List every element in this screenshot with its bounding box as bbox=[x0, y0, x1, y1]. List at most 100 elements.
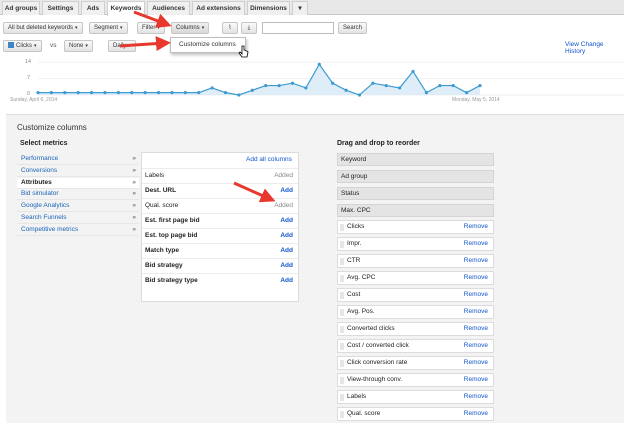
remove-column-link[interactable]: Remove bbox=[464, 410, 488, 417]
add-metric-link[interactable]: Add bbox=[280, 262, 293, 269]
draggable-column-item[interactable]: Clicks Remove bbox=[337, 220, 494, 234]
draggable-column-item[interactable]: Avg. Pos. Remove bbox=[337, 305, 494, 319]
add-all-columns-link[interactable]: Add all columns bbox=[246, 156, 292, 163]
draggable-column-item[interactable]: CTR Remove bbox=[337, 254, 494, 268]
drag-handle-icon[interactable] bbox=[340, 224, 344, 231]
chart-toggle-button[interactable]: ⌇ bbox=[222, 22, 238, 34]
remove-column-link[interactable]: Remove bbox=[464, 308, 488, 315]
tab-audiences[interactable]: Audiences bbox=[147, 1, 190, 15]
period-select[interactable]: Daily ▾ bbox=[108, 40, 136, 52]
customize-columns-menu-item[interactable]: Customize columns bbox=[179, 41, 236, 48]
tab-ad-extensions[interactable]: Ad extensions bbox=[192, 1, 245, 15]
metric-category-label: Conversions bbox=[21, 166, 58, 174]
metric-category-item[interactable]: Bid simulator » bbox=[17, 189, 139, 201]
drag-handle-icon[interactable] bbox=[340, 411, 344, 418]
metric-category-item[interactable]: Conversions » bbox=[17, 166, 139, 177]
drag-handle-icon[interactable] bbox=[340, 377, 344, 384]
metric-category-label: Performance bbox=[21, 155, 59, 162]
clicks-data-point bbox=[49, 91, 53, 95]
view-change-history-link[interactable]: View Change History bbox=[565, 41, 624, 55]
metric2-select[interactable]: None ▾ bbox=[64, 40, 93, 52]
remove-column-link[interactable]: Remove bbox=[464, 274, 488, 281]
remove-column-link[interactable]: Remove bbox=[464, 359, 488, 366]
tab-settings[interactable]: Settings bbox=[42, 1, 79, 15]
performance-chart: 14 7 0 Sunday, April 6, 2014 Monday, May… bbox=[0, 55, 624, 107]
clicks-data-point bbox=[89, 91, 94, 95]
columns-label: Columns bbox=[176, 25, 200, 31]
tab-ads[interactable]: Ads bbox=[81, 1, 105, 15]
column-name: Labels bbox=[347, 393, 367, 400]
filter-button[interactable]: Filter ▾ bbox=[137, 22, 165, 34]
status-filter-label: All but deleted keywords bbox=[8, 25, 74, 31]
drag-handle-icon[interactable] bbox=[340, 394, 344, 401]
drag-handle-icon[interactable] bbox=[340, 275, 344, 282]
add-metric-link[interactable]: Add bbox=[280, 232, 293, 239]
clicks-data-point bbox=[465, 91, 469, 95]
metric-category-item[interactable]: Search Funnels » bbox=[17, 213, 139, 224]
column-name: Clicks bbox=[347, 223, 365, 230]
tab-more-dropdown[interactable]: ▾ bbox=[292, 1, 308, 15]
panel-title: Customize columns bbox=[17, 123, 87, 132]
metric-category-item[interactable]: Competitive metrics » bbox=[17, 225, 139, 236]
add-metric-link[interactable]: Add bbox=[280, 217, 293, 224]
tab-ad-groups[interactable]: Ad groups bbox=[2, 1, 40, 15]
clicks-data-point bbox=[478, 83, 482, 88]
chevron-right-icon: » bbox=[132, 202, 136, 210]
drag-handle-icon[interactable] bbox=[340, 326, 344, 333]
drag-handle-icon[interactable] bbox=[340, 292, 344, 299]
draggable-column-item[interactable]: Cost Remove bbox=[337, 288, 494, 302]
search-input[interactable] bbox=[262, 22, 334, 34]
draggable-column-item[interactable]: Avg. CPC Remove bbox=[337, 271, 494, 285]
remove-column-link[interactable]: Remove bbox=[464, 240, 488, 247]
column-name: Avg. Pos. bbox=[347, 308, 375, 315]
metric-name: Match type bbox=[145, 247, 179, 254]
search-button[interactable]: Search bbox=[338, 22, 368, 34]
metric1-select[interactable]: Clicks ▾ bbox=[3, 40, 42, 52]
metric-category-item[interactable]: Performance » bbox=[17, 154, 139, 165]
add-metric-link[interactable]: Add bbox=[280, 187, 293, 194]
clicks-data-point bbox=[264, 83, 268, 88]
metric-category-item[interactable]: Google Analytics » bbox=[17, 201, 139, 213]
metric-row: Est. first page bid Add bbox=[142, 213, 298, 228]
select-metrics-heading: Select metrics bbox=[20, 140, 68, 147]
add-metric-link[interactable]: Add bbox=[280, 277, 293, 284]
draggable-column-item[interactable]: Click conversion rate Remove bbox=[337, 356, 494, 370]
metric-name: Dest. URL bbox=[145, 187, 177, 194]
remove-column-link[interactable]: Remove bbox=[464, 376, 488, 383]
draggable-column-item[interactable]: Cost / converted click Remove bbox=[337, 339, 494, 353]
draggable-column-item[interactable]: Converted clicks Remove bbox=[337, 322, 494, 336]
clicks-data-point bbox=[424, 91, 429, 95]
remove-column-link[interactable]: Remove bbox=[464, 223, 488, 230]
tab-dimensions[interactable]: Dimensions bbox=[247, 1, 290, 15]
remove-column-link[interactable]: Remove bbox=[464, 342, 488, 349]
remove-column-link[interactable]: Remove bbox=[464, 257, 488, 264]
remove-column-link[interactable]: Remove bbox=[464, 291, 488, 298]
metric-category-item[interactable]: Attributes » bbox=[17, 177, 139, 189]
added-status: Added bbox=[274, 172, 293, 179]
download-button[interactable]: ⤓ bbox=[241, 22, 257, 34]
columns-button[interactable]: Columns ▾ bbox=[171, 22, 210, 34]
drag-handle-icon[interactable] bbox=[340, 258, 344, 265]
column-name: Cost / converted click bbox=[347, 342, 409, 349]
fixed-column-item: Status bbox=[337, 187, 494, 200]
segment-button[interactable]: Segment ▾ bbox=[89, 22, 128, 34]
add-metric-link[interactable]: Add bbox=[280, 247, 293, 254]
remove-column-link[interactable]: Remove bbox=[464, 393, 488, 400]
clicks-area bbox=[38, 64, 480, 95]
drag-handle-icon[interactable] bbox=[340, 343, 344, 350]
drag-handle-icon[interactable] bbox=[340, 309, 344, 316]
draggable-column-item[interactable]: Impr. Remove bbox=[337, 237, 494, 251]
draggable-column-item[interactable]: Qual. score Remove bbox=[337, 407, 494, 421]
drag-handle-icon[interactable] bbox=[340, 360, 344, 367]
status-filter-select[interactable]: All but deleted keywords ▾ bbox=[3, 22, 83, 34]
draggable-column-item[interactable]: View-through conv. Remove bbox=[337, 373, 494, 387]
remove-column-link[interactable]: Remove bbox=[464, 325, 488, 332]
draggable-column-item[interactable]: Labels Remove bbox=[337, 390, 494, 404]
metric2-label: None bbox=[69, 43, 84, 49]
chevron-down-icon: ▾ bbox=[128, 43, 131, 49]
clicks-data-point bbox=[156, 91, 161, 95]
reorder-heading: Drag and drop to reorder bbox=[337, 140, 420, 147]
tab-keywords[interactable]: Keywords bbox=[107, 1, 145, 16]
fixed-column-item: Max. CPC bbox=[337, 204, 494, 217]
drag-handle-icon[interactable] bbox=[340, 241, 344, 248]
